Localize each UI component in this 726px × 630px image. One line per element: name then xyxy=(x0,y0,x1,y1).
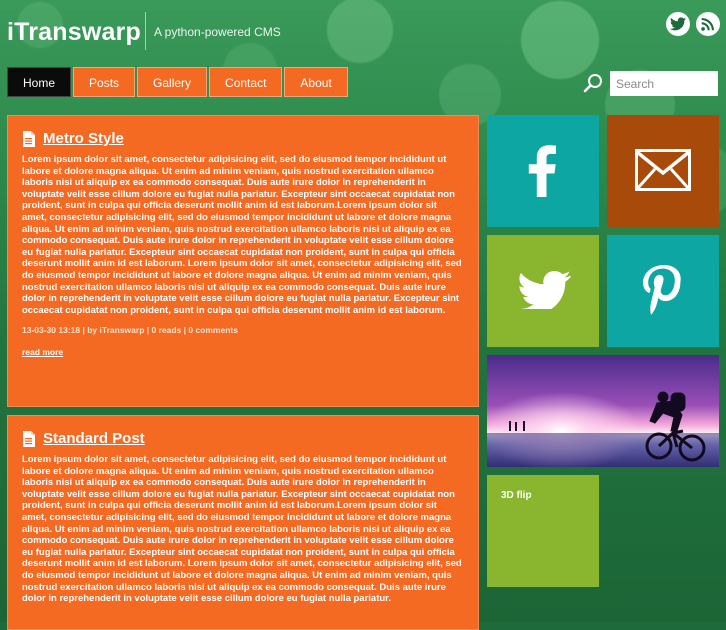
twitter-tile[interactable] xyxy=(487,235,599,347)
nav-home[interactable]: Home xyxy=(7,67,72,97)
post-body: Lorem ipsum dolor sit amet, consectetur … xyxy=(22,454,462,605)
twitter-link[interactable] xyxy=(666,12,690,36)
header-divider xyxy=(145,12,146,50)
document-icon xyxy=(23,130,35,147)
header-social-links xyxy=(666,12,720,36)
facebook-tile[interactable] xyxy=(487,115,599,227)
post-title-link[interactable]: Standard Post xyxy=(43,430,145,447)
mail-tile[interactable] xyxy=(607,115,719,227)
facebook-icon xyxy=(528,145,556,197)
post-title-row: Standard Post xyxy=(22,430,464,447)
site-logo[interactable]: iTranswarp xyxy=(7,18,141,47)
header: iTranswarp A python-powered CMS Home Pos… xyxy=(0,0,726,110)
sunset-photo xyxy=(487,355,719,467)
search-icon[interactable] xyxy=(583,73,603,93)
read-more-link[interactable]: read more xyxy=(22,347,464,357)
nav-contact[interactable]: Contact xyxy=(209,67,283,97)
flip-tile[interactable]: 3D flip xyxy=(487,475,599,587)
mail-icon xyxy=(635,149,691,191)
nav-posts[interactable]: Posts xyxy=(73,67,136,97)
document-icon xyxy=(23,430,35,447)
rss-icon xyxy=(701,18,714,31)
post-meta: 13-03-30 13:18 | by iTranswarp | 0 reads… xyxy=(22,325,238,336)
twitter-icon xyxy=(670,17,686,31)
pinterest-tile[interactable] xyxy=(607,235,719,347)
rss-link[interactable] xyxy=(696,12,720,36)
twitter-icon xyxy=(517,271,571,309)
post-title-link[interactable]: Metro Style xyxy=(43,130,124,147)
cyclist-sunset-image[interactable] xyxy=(487,355,719,467)
post-body: Lorem ipsum dolor sit amet, consectetur … xyxy=(22,154,462,316)
pinterest-icon xyxy=(643,265,681,315)
site-tagline: A python-powered CMS xyxy=(154,25,281,39)
nav-about[interactable]: About xyxy=(284,67,348,97)
post-card: Metro Style Lorem ipsum dolor sit amet, … xyxy=(7,115,479,407)
main-nav: Home Posts Gallery Contact About xyxy=(7,67,348,97)
flip-tile-label: 3D flip xyxy=(501,490,532,501)
search-input[interactable] xyxy=(610,71,718,96)
post-card: Standard Post Lorem ipsum dolor sit amet… xyxy=(7,415,479,630)
nav-gallery[interactable]: Gallery xyxy=(137,67,208,97)
post-title-row: Metro Style xyxy=(22,130,464,147)
